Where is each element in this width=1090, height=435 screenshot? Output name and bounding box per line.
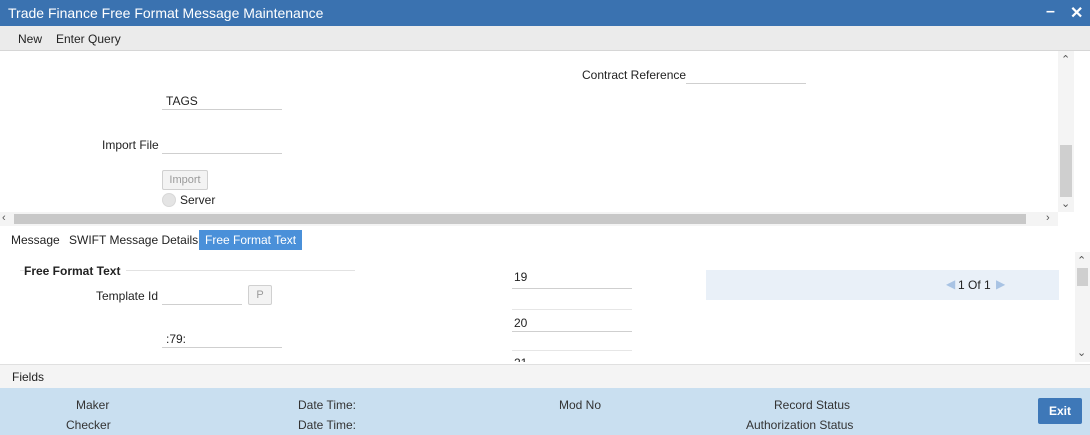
checker-date-time-label: Date Time: bbox=[298, 418, 357, 432]
tag-79-underline bbox=[162, 347, 282, 348]
exit-button[interactable]: Exit bbox=[1038, 398, 1082, 424]
tab-strip: Message SWIFT Message Details Free Forma… bbox=[0, 228, 1090, 252]
contract-reference-field[interactable] bbox=[686, 65, 806, 84]
scroll-up-icon[interactable]: ⌃ bbox=[1061, 53, 1070, 66]
pager-next-icon[interactable]: ▶ bbox=[996, 277, 1005, 291]
message-line-20: 20 bbox=[514, 316, 528, 330]
template-lookup-button[interactable]: P bbox=[248, 285, 272, 305]
line-20-underline bbox=[512, 331, 632, 332]
authorization-status-label: Authorization Status bbox=[746, 418, 854, 432]
template-id-label: Template Id bbox=[96, 289, 159, 303]
tab-swift-message-details[interactable]: SWIFT Message Details bbox=[63, 230, 204, 250]
fields-label[interactable]: Fields bbox=[12, 370, 44, 384]
header-vertical-scroll-thumb[interactable] bbox=[1060, 145, 1072, 197]
line-19-underline bbox=[512, 288, 632, 289]
toolbar: New Enter Query bbox=[0, 26, 1090, 51]
close-icon[interactable]: ✕ bbox=[1070, 3, 1083, 23]
template-id-field[interactable] bbox=[162, 286, 242, 305]
message-line-21: 21 bbox=[514, 356, 527, 362]
window-title: Trade Finance Free Format Message Mainte… bbox=[8, 5, 324, 21]
enter-query-button[interactable]: Enter Query bbox=[56, 32, 121, 46]
pager-previous-icon[interactable]: ◀ bbox=[946, 277, 955, 291]
tab-message[interactable]: Message bbox=[5, 230, 66, 250]
header-vertical-scrollbar[interactable]: ⌃ ⌄ bbox=[1058, 51, 1074, 212]
header-horizontal-scrollbar[interactable]: ‹ › bbox=[0, 212, 1058, 226]
line-divider bbox=[512, 350, 632, 351]
panel-vertical-scrollbar[interactable]: ⌃ ⌄ bbox=[1075, 252, 1090, 362]
panel-scroll-down-icon[interactable]: ⌄ bbox=[1077, 346, 1086, 359]
tags-label: TAGS bbox=[166, 94, 198, 108]
record-status-label: Record Status bbox=[774, 398, 851, 412]
tags-underline bbox=[162, 109, 282, 110]
checker-label: Checker bbox=[66, 418, 111, 432]
audit-footer: Maker Checker Date Time: Date Time: Mod … bbox=[0, 388, 1090, 435]
tab-free-format-text[interactable]: Free Format Text bbox=[199, 230, 303, 250]
scroll-down-icon[interactable]: ⌄ bbox=[1061, 197, 1070, 210]
free-format-panel: Free Format Text Template Id P :79: 19 2… bbox=[0, 252, 1075, 362]
maker-label: Maker bbox=[76, 398, 110, 412]
message-line-19: 19 bbox=[514, 270, 528, 284]
pager-text: 1 Of 1 bbox=[958, 278, 991, 292]
server-radio[interactable] bbox=[162, 193, 176, 207]
tag-79-label: :79: bbox=[166, 332, 187, 346]
header-form: Contract Reference TAGS Import File Impo… bbox=[0, 51, 1058, 212]
panel-scroll-up-icon[interactable]: ⌃ bbox=[1077, 254, 1086, 267]
server-label: Server bbox=[180, 193, 216, 207]
mod-no-label: Mod No bbox=[559, 398, 602, 412]
scroll-right-icon[interactable]: › bbox=[1046, 212, 1050, 224]
minimize-icon[interactable]: – bbox=[1046, 3, 1055, 21]
panel-vertical-scroll-thumb[interactable] bbox=[1077, 268, 1088, 286]
fields-bar[interactable]: Fields bbox=[0, 364, 1090, 388]
line-divider bbox=[512, 309, 632, 310]
contract-reference-label: Contract Reference bbox=[582, 68, 687, 82]
maker-date-time-label: Date Time: bbox=[298, 398, 357, 412]
section-title: Free Format Text bbox=[24, 264, 127, 278]
import-file-field[interactable] bbox=[162, 135, 282, 154]
pager: ◀ 1 Of 1 ▶ bbox=[706, 270, 1059, 300]
import-button[interactable]: Import bbox=[162, 170, 208, 190]
new-button[interactable]: New bbox=[18, 32, 42, 46]
header-horizontal-scroll-thumb[interactable] bbox=[14, 214, 1026, 224]
title-bar: Trade Finance Free Format Message Mainte… bbox=[0, 0, 1090, 26]
import-file-label: Import File bbox=[102, 138, 159, 152]
scroll-left-icon[interactable]: ‹ bbox=[2, 212, 6, 224]
